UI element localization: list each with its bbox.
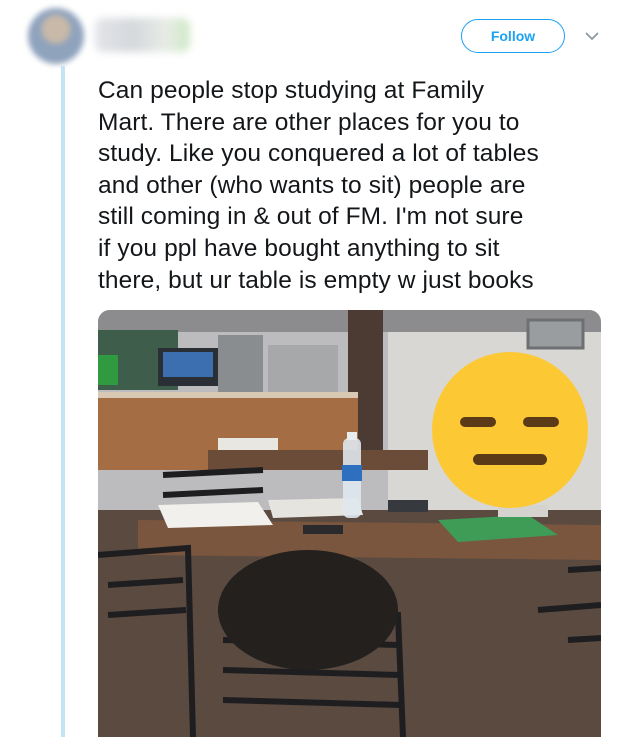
tweet-header: Follow [0, 0, 639, 64]
avatar[interactable] [28, 8, 84, 64]
chevron-down-icon[interactable] [582, 26, 602, 46]
tweet-photo[interactable] [98, 310, 601, 737]
thread-line [61, 66, 65, 737]
blurred-user-name[interactable] [95, 18, 190, 52]
expressionless-face-icon [432, 352, 588, 508]
tweet-text: Can people stop studying at Family Mart.… [98, 77, 539, 294]
follow-button[interactable]: Follow [461, 19, 565, 53]
